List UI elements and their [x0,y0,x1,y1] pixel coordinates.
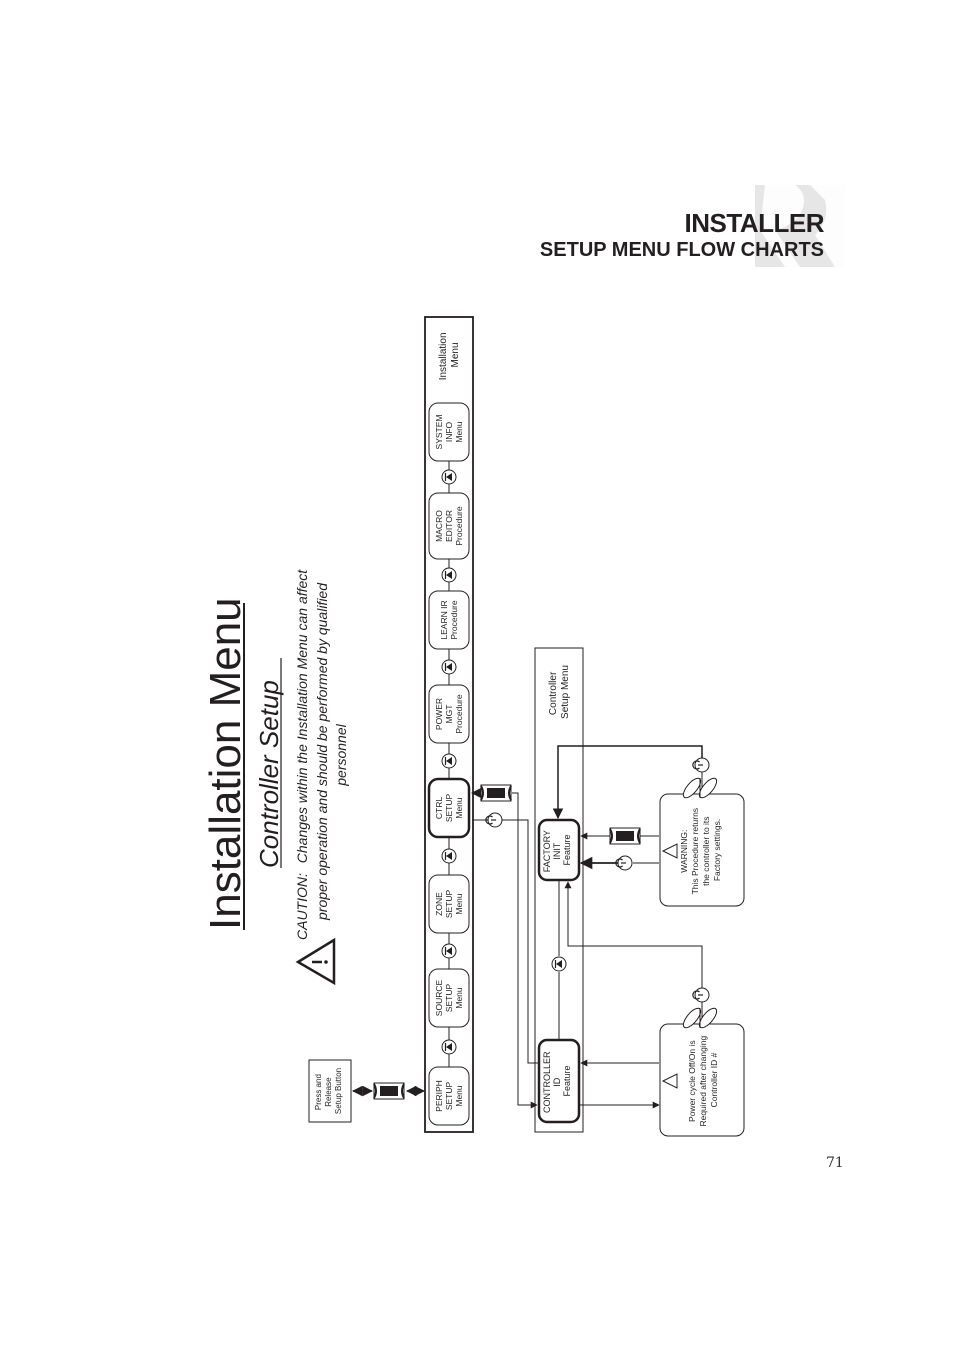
svg-text:MACROEDITORProcedure: MACROEDITORProcedure [434,506,464,545]
enter-button-icon [373,1082,405,1100]
next-arrow-button-icon [441,1039,457,1055]
caution-line-1: Changes within the Installation Menu can… [294,569,310,864]
svg-text:ZONESETUPMenu: ZONESETUPMenu [434,890,464,919]
menu-item-label: Procedure [449,600,459,639]
menu-item-label: LEARN IR [439,600,449,639]
controller-id-line-2: ID [552,1077,562,1087]
menu-item-box[interactable]: MACROEDITORProcedure [428,492,470,560]
menu-item-label: Procedure [454,506,464,545]
factory-init-line-1: FACTORY [542,830,552,872]
next-arrow-button-icon [441,753,457,769]
warning-line-2: This Procedure returns [690,808,700,894]
svg-text:Installation Menu: Installation Menu [438,330,461,381]
factory-warning-box: WARNING: This Procedure returns the cont… [659,793,745,907]
menu-item-label: SOURCE [434,979,444,1016]
menu-item-label: Menu [454,1085,464,1107]
menu-item-box[interactable]: SYSTEMINFOMenu [428,402,470,462]
controller-setup-label-1: Controller [548,671,559,715]
power-button-icon [485,812,503,828]
menu-item-label: INFO [444,421,454,442]
power-button-icon [692,987,710,1003]
svg-text:Controller Setup Menu: Controller Setup Menu [548,665,571,719]
power-cycle-line-1: Power cycle Off/On is [687,1040,697,1122]
enter-button-icon [480,784,512,802]
menu-item-label: EDITOR [444,510,454,542]
menu-item-box[interactable]: ZONESETUPMenu [428,874,470,934]
next-arrow-button-icon [441,659,457,675]
svg-text:CAUTION: Changes within: CAUTION: Changes within the Installation… [294,569,310,940]
warning-line-3: the controller to its [701,816,711,885]
menu-item-label: PERIPH [434,1080,444,1112]
title-block: Installation Menu Controller Setup CAUTI… [201,569,349,986]
menu-item-box[interactable]: LEARN IRProcedure [428,590,470,650]
menu-item-label: Menu [454,893,464,915]
power-cycle-box: Power cycle Off/On is Required after cha… [659,1023,745,1137]
svg-text:LEARN IRProcedure: LEARN IRProcedure [439,600,459,639]
power-button-icon [615,855,633,871]
factory-init-box[interactable]: FACTORY INIT Feature [537,818,581,882]
menu-item-label: SETUP [444,890,454,919]
flowchart-subtitle: Controller Setup [254,680,284,868]
menu-item-label: Procedure [454,694,464,733]
menu-item-label: Menu [454,987,464,1009]
flowchart-title: Installation Menu [201,597,250,930]
menu-item-label: SETUP [444,984,454,1013]
menu-item-label: MGT [444,705,454,724]
menu-item-label: CTRL [434,797,444,819]
menu-item-box[interactable]: CTRLSETUPMenu [427,777,471,839]
menu-item-label: MACRO [434,510,444,542]
start-line-2: Release [324,1077,333,1107]
controller-id-line-3: Feature [562,1065,572,1096]
menu-item-box[interactable]: POWERMGTProcedure [428,684,470,744]
controller-setup-label-2: Setup Menu [560,665,571,719]
factory-init-line-3: Feature [562,834,572,865]
menu-item-label: SYSTEM [434,415,444,450]
menu-item-label: Menu [454,421,464,443]
menu-item-label: ZONE [434,892,444,916]
start-line-1: Press and [314,1074,323,1110]
start-box: Press and Release Setup Button [308,1059,352,1123]
menu-item-box[interactable]: SOURCESETUPMenu [428,968,470,1028]
next-arrow-button-icon [441,469,457,485]
next-arrow-button-icon [551,956,567,972]
page-number: 71 [826,1155,844,1171]
warning-line-4: Factory settings. [712,819,722,881]
enter-button-icon [609,827,641,845]
menu-item-label: Menu [454,797,464,819]
menu-item-label: SETUP [444,1082,454,1111]
power-cycle-line-3: Controller ID # [709,1052,719,1107]
installation-menu-label-2: Menu [450,342,461,367]
next-arrow-button-icon [441,567,457,583]
caution-line-2: proper operation and should be performed… [314,582,330,921]
menu-item-box[interactable]: PERIPHSETUPMenu [428,1066,470,1126]
menu-item-label: POWER [434,698,444,730]
controller-id-line-1: CONTROLLER [542,1051,552,1113]
factory-init-line-2: INIT [552,842,562,860]
next-arrow-button-icon [441,848,457,864]
caution-line-3: personnel [333,723,349,786]
svg-text:CTRLSETUPMenu: CTRLSETUPMenu [434,794,464,823]
power-cycle-line-2: Required after changing [698,1036,708,1127]
menu-items: PERIPHSETUPMenuSOURCESETUPMenuZONESETUPM… [427,402,471,1126]
menu-item-label: SETUP [444,794,454,823]
power-button-icon [692,757,710,773]
start-line-3: Setup Button [334,1068,343,1114]
controller-id-box[interactable]: CONTROLLER ID Feature [537,1038,581,1124]
next-arrow-button-icon [441,943,457,959]
caution-label: CAUTION: [294,873,310,940]
warning-triangle-icon [295,937,336,986]
warning-line-1: WARNING: [679,830,689,873]
installation-menu-label-1: Installation [438,332,449,380]
installation-menu-flowchart: Installation Menu Controller Setup CAUTI… [201,316,745,1137]
